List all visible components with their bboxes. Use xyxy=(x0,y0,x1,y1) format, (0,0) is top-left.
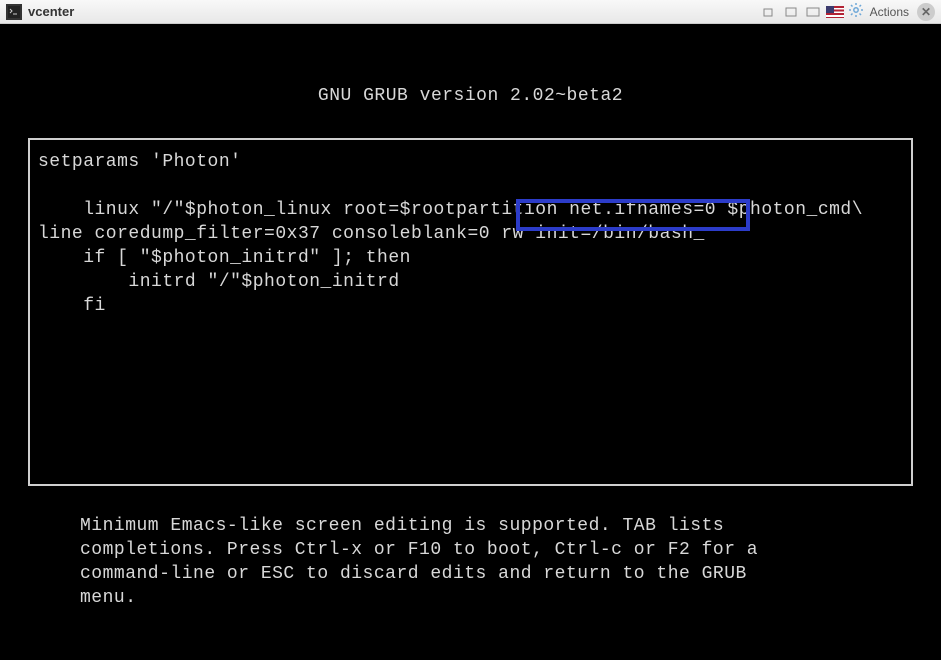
window-title: vcenter xyxy=(28,4,760,19)
grub-help-text: Minimum Emacs-like screen editing is sup… xyxy=(0,486,941,610)
grub-console: GNU GRUB version 2.02~beta2 setparams 'P… xyxy=(0,24,941,660)
grub-help-content: Minimum Emacs-like screen editing is sup… xyxy=(80,514,861,610)
actions-menu[interactable]: Actions xyxy=(870,5,909,19)
locale-flag-icon[interactable] xyxy=(826,6,844,18)
console-icon xyxy=(6,4,22,20)
grub-line-6: initrd "/"$photon_initrd xyxy=(38,272,400,292)
close-icon[interactable]: ✕ xyxy=(917,3,935,21)
grub-edit-content[interactable]: setparams 'Photon' linux "/"$photon_linu… xyxy=(38,150,903,318)
grub-line-7: fi xyxy=(38,296,106,316)
window-button-1[interactable] xyxy=(760,4,778,20)
grub-line-5: if [ "$photon_initrd" ]; then xyxy=(38,248,411,268)
grub-line-4-pre: line coredump_filter=0x37 consoleblank=0 xyxy=(38,224,501,244)
window-titlebar: vcenter Actions ✕ xyxy=(0,0,941,24)
grub-header: GNU GRUB version 2.02~beta2 xyxy=(0,24,941,138)
titlebar-controls: Actions ✕ xyxy=(760,2,935,22)
window-button-2[interactable] xyxy=(782,4,800,20)
grub-edit-box[interactable]: setparams 'Photon' linux "/"$photon_linu… xyxy=(28,138,913,486)
grub-line-1: setparams 'Photon' xyxy=(38,152,241,172)
grub-line-4-edit: rw init=/bin/bash xyxy=(501,224,693,244)
window-button-3[interactable] xyxy=(804,4,822,20)
gear-icon[interactable] xyxy=(848,2,864,22)
grub-line-3: linux "/"$photon_linux root=$rootpartiti… xyxy=(38,200,863,220)
text-cursor: _ xyxy=(694,222,705,246)
